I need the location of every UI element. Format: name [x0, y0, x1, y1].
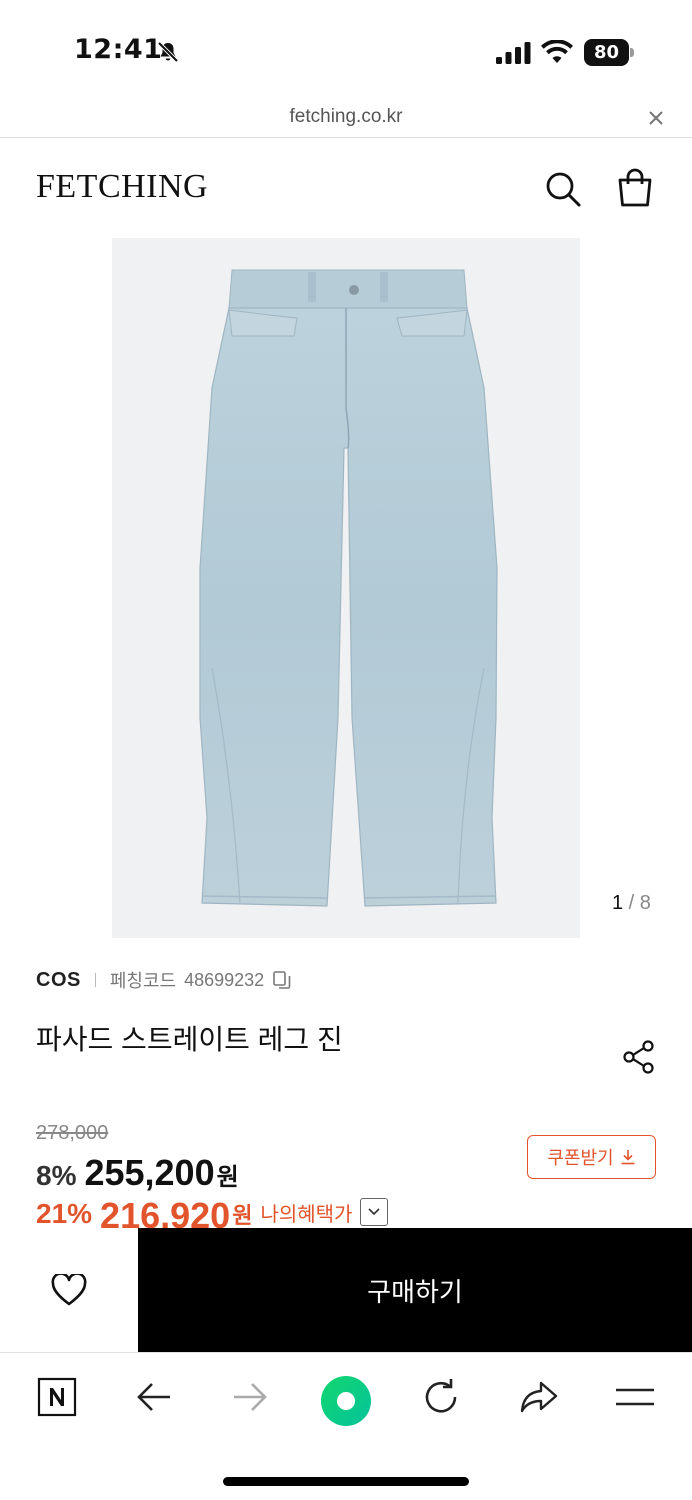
buy-button[interactable]: 구매하기: [138, 1228, 692, 1352]
bell-muted-icon: [157, 41, 179, 63]
search-icon[interactable]: [544, 170, 582, 208]
status-time: 12:41: [74, 34, 163, 65]
signal-icon: [496, 42, 531, 64]
image-counter-current: 1: [612, 892, 624, 914]
arrow-left-icon: [137, 1383, 170, 1411]
image-counter: 1 / 8: [612, 892, 651, 915]
url-bar[interactable]: fetching.co.kr: [0, 100, 692, 138]
forward-share-icon: [520, 1381, 558, 1413]
product-image[interactable]: [112, 238, 580, 938]
discount-rate: 8%: [36, 1160, 77, 1191]
site-logo[interactable]: FETCHING: [36, 168, 208, 206]
product-code-value: 48699232: [184, 969, 265, 990]
benefit-label: 나의혜택가: [260, 1204, 353, 1226]
coupon-button-label: 쿠폰받기: [547, 1148, 614, 1168]
purchase-bar: 구매하기: [0, 1228, 692, 1352]
original-price: 278,000: [36, 1122, 109, 1144]
product-code-label: 페칭코드: [109, 971, 177, 991]
brand-row: COS 페칭코드 48699232: [36, 966, 292, 994]
share-page-button[interactable]: [517, 1375, 561, 1419]
battery-tip: [630, 48, 634, 57]
green-dot-button[interactable]: [316, 1371, 376, 1431]
refresh-button[interactable]: [419, 1375, 463, 1419]
currency-unit: 원: [216, 1164, 239, 1191]
sale-price-row: 8% 255,200 원: [36, 1152, 239, 1194]
heart-icon: [51, 1274, 87, 1306]
menu-button[interactable]: [613, 1375, 657, 1419]
battery-level: 80: [584, 39, 629, 66]
home-indicator[interactable]: [223, 1477, 469, 1486]
naver-home-button[interactable]: [35, 1375, 79, 1419]
divider: [94, 973, 96, 987]
battery-indicator: 80: [584, 39, 634, 66]
wishlist-button[interactable]: [0, 1228, 138, 1352]
benefit-toggle[interactable]: [360, 1198, 389, 1226]
forward-button[interactable]: [228, 1375, 272, 1419]
wifi-icon: [541, 40, 573, 63]
benefit-currency-unit: 원: [232, 1203, 253, 1228]
arrow-right-icon: [234, 1383, 267, 1411]
back-button[interactable]: [132, 1375, 176, 1419]
download-icon: [621, 1150, 635, 1165]
hamburger-menu-icon: [616, 1388, 654, 1406]
brand-name[interactable]: COS: [36, 969, 81, 992]
copy-icon[interactable]: [272, 970, 292, 990]
refresh-icon: [425, 1379, 457, 1413]
close-icon[interactable]: [647, 109, 665, 127]
image-counter-total: 8: [639, 892, 651, 914]
coupon-button[interactable]: 쿠폰받기: [527, 1135, 656, 1179]
sale-price: 255,200: [84, 1152, 215, 1193]
green-dot-icon: [321, 1376, 371, 1426]
chevron-down-icon: [368, 1208, 381, 1216]
benefit-price: 216,920: [100, 1198, 231, 1228]
benefit-rate: 21%: [36, 1198, 93, 1228]
naver-n-icon: [37, 1377, 77, 1417]
benefit-price-row: 21% 216,920 원 나의혜택가: [36, 1198, 436, 1228]
image-counter-separator: /: [623, 892, 640, 914]
site-header: FETCHING: [0, 160, 692, 220]
status-bar: 12:41 80: [0, 0, 692, 100]
url-text[interactable]: fetching.co.kr: [0, 106, 692, 128]
jeans-illustration: [199, 269, 498, 907]
share-icon[interactable]: [622, 1040, 656, 1074]
shopping-bag-icon[interactable]: [616, 168, 654, 208]
product-title: 파사드 스트레이트 레그 진: [36, 1024, 343, 1055]
